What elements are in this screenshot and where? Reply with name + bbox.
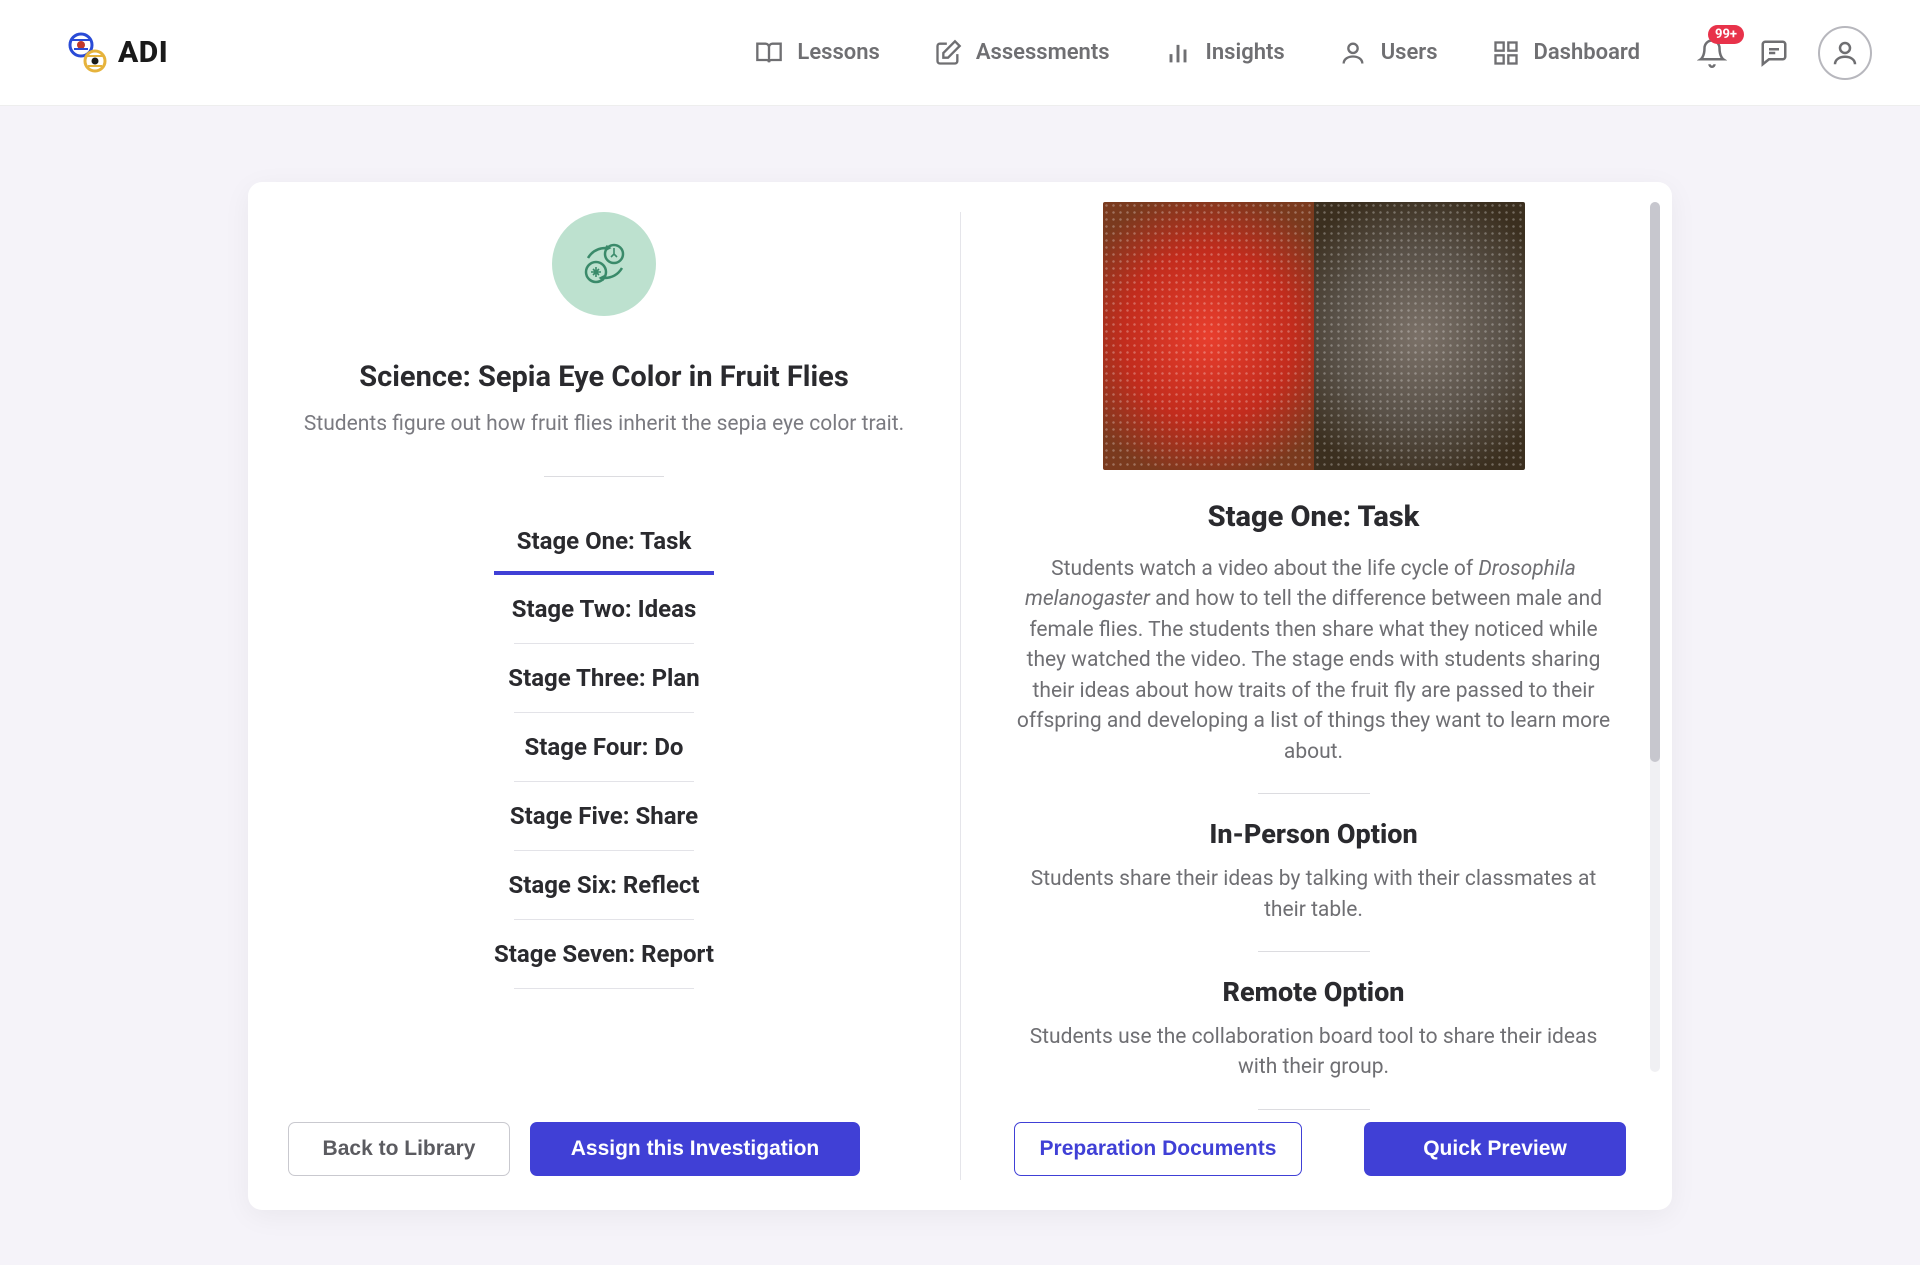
fruit-fly-eye-sepia-image bbox=[1314, 202, 1525, 470]
stage-detail-body: Students watch a video about the life cy… bbox=[1011, 554, 1616, 767]
divider bbox=[1258, 1109, 1370, 1110]
user-icon bbox=[1339, 39, 1367, 67]
nav-assessments[interactable]: Assessments bbox=[934, 39, 1110, 67]
nav-label: Insights bbox=[1206, 40, 1285, 65]
nav-dashboard[interactable]: Dashboard bbox=[1492, 39, 1640, 67]
main-nav: Lessons Assessments Insights Users Dashb… bbox=[755, 39, 1640, 67]
detail-scroll[interactable]: Stage One: Task Students watch a video a… bbox=[1011, 202, 1646, 1170]
profile-button[interactable] bbox=[1818, 26, 1872, 80]
logo-text: ADI bbox=[118, 35, 168, 70]
header-actions: 99+ bbox=[1694, 26, 1872, 80]
inperson-heading: In-Person Option bbox=[1011, 818, 1616, 850]
stage-tab[interactable]: Stage Five: Share bbox=[494, 782, 714, 850]
remote-body: Students use the collaboration board too… bbox=[1011, 1022, 1616, 1083]
avatar-icon bbox=[1830, 38, 1860, 68]
left-button-row: Back to Library Assign this Investigatio… bbox=[288, 1122, 860, 1176]
stage-detail-title: Stage One: Task bbox=[1011, 500, 1616, 534]
divider bbox=[1258, 793, 1370, 794]
notifications-button[interactable]: 99+ bbox=[1694, 35, 1730, 71]
stage-tab[interactable]: Stage Seven: Report bbox=[494, 920, 714, 988]
stage-tab[interactable]: Stage Three: Plan bbox=[494, 644, 714, 712]
nav-label: Lessons bbox=[797, 40, 879, 65]
nav-users[interactable]: Users bbox=[1339, 39, 1438, 67]
nav-lessons[interactable]: Lessons bbox=[755, 39, 879, 67]
divider bbox=[514, 988, 694, 989]
divider bbox=[544, 476, 664, 477]
body-pre: Students watch a video about the life cy… bbox=[1051, 557, 1478, 581]
nav-label: Users bbox=[1381, 40, 1438, 65]
lesson-category-icon bbox=[552, 212, 656, 316]
hero-image bbox=[1103, 202, 1525, 470]
body-post: and how to tell the difference between m… bbox=[1017, 587, 1610, 763]
assign-investigation-button[interactable]: Assign this Investigation bbox=[530, 1122, 860, 1176]
bar-chart-icon bbox=[1164, 39, 1192, 67]
edit-square-icon bbox=[934, 39, 962, 67]
right-button-row: Preparation Documents Quick Preview bbox=[1014, 1122, 1626, 1176]
investigation-card: Science: Sepia Eye Color in Fruit Flies … bbox=[248, 182, 1672, 1210]
topbar: ADI Lessons Assessments Insights Users bbox=[0, 0, 1920, 106]
book-icon bbox=[755, 39, 783, 67]
fruit-fly-eye-red-image bbox=[1103, 202, 1314, 470]
message-icon bbox=[1759, 38, 1789, 68]
stage-list: Stage One: TaskStage Two: IdeasStage Thr… bbox=[288, 507, 920, 989]
nav-label: Dashboard bbox=[1534, 40, 1640, 65]
stage-tab[interactable]: Stage Four: Do bbox=[494, 713, 714, 781]
nav-insights[interactable]: Insights bbox=[1164, 39, 1285, 67]
notification-badge: 99+ bbox=[1708, 25, 1744, 44]
preparation-documents-button[interactable]: Preparation Documents bbox=[1014, 1122, 1302, 1176]
stage-tab[interactable]: Stage Six: Reflect bbox=[494, 851, 714, 919]
stage-tab[interactable]: Stage Two: Ideas bbox=[494, 575, 714, 643]
quick-preview-button[interactable]: Quick Preview bbox=[1364, 1122, 1626, 1176]
nav-label: Assessments bbox=[976, 40, 1110, 65]
scrollbar-thumb[interactable] bbox=[1650, 202, 1660, 762]
left-panel: Science: Sepia Eye Color in Fruit Flies … bbox=[248, 182, 960, 1210]
back-to-library-button[interactable]: Back to Library bbox=[288, 1122, 510, 1176]
right-panel: Stage One: Task Students watch a video a… bbox=[961, 182, 1672, 1210]
grid-icon bbox=[1492, 39, 1520, 67]
scrollbar[interactable] bbox=[1650, 202, 1660, 1072]
remote-heading: Remote Option bbox=[1011, 976, 1616, 1008]
messages-button[interactable] bbox=[1756, 35, 1792, 71]
stage-tab[interactable]: Stage One: Task bbox=[494, 507, 714, 575]
logo[interactable]: ADI bbox=[64, 29, 168, 77]
divider bbox=[1258, 951, 1370, 952]
inperson-body: Students share their ideas by talking wi… bbox=[1011, 864, 1616, 925]
logo-mark-icon bbox=[64, 29, 112, 77]
lesson-subtitle: Students figure out how fruit flies inhe… bbox=[304, 412, 904, 436]
lesson-title: Science: Sepia Eye Color in Fruit Flies bbox=[359, 360, 848, 394]
